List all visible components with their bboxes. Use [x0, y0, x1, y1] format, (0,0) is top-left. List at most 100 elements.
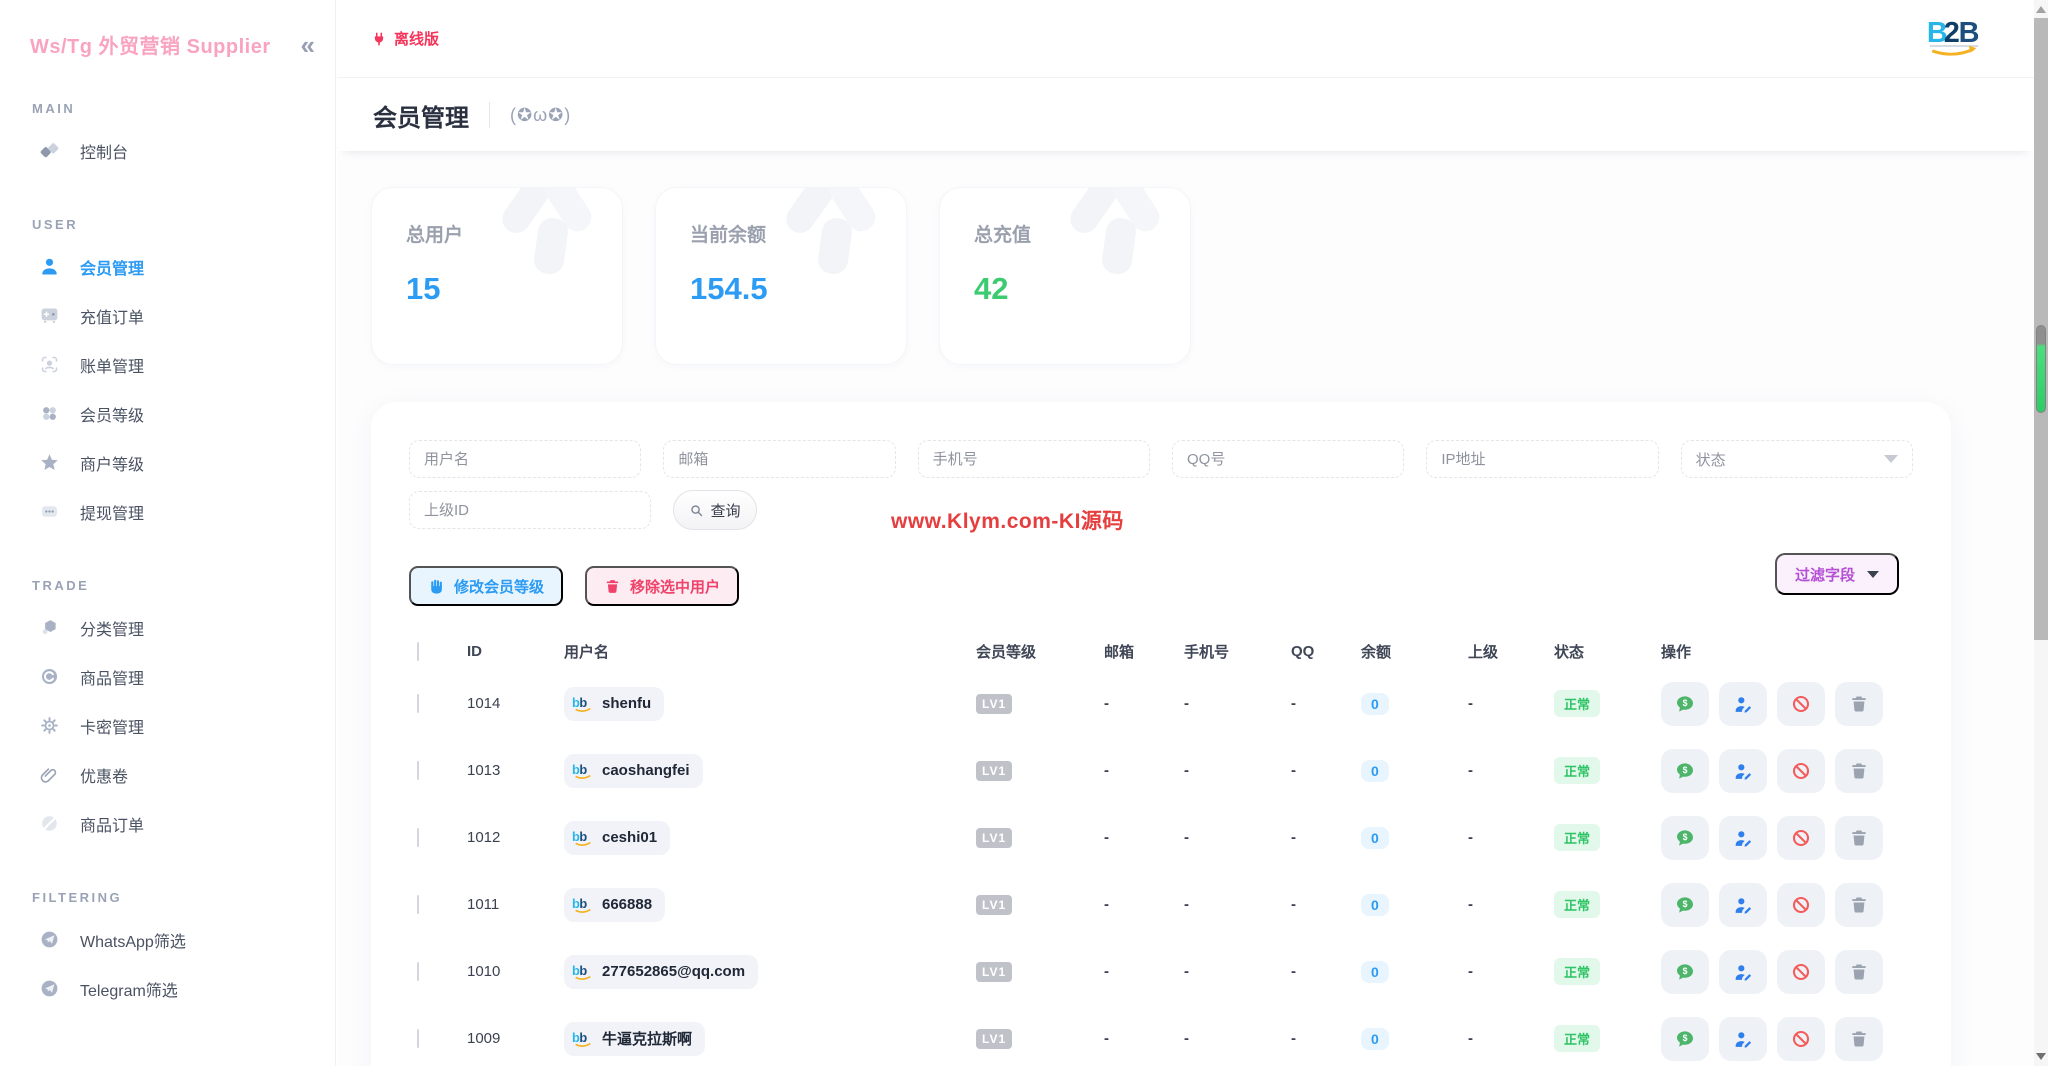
- sidebar-item-card-key-management[interactable]: 卡密管理: [0, 701, 335, 750]
- sidebar-item-merchant-level[interactable]: 商户等级: [0, 438, 335, 487]
- delete-user-button[interactable]: [1835, 681, 1883, 726]
- filter-fields-button[interactable]: 过滤字段: [1774, 553, 1899, 595]
- sidebar-item-label: 分类管理: [80, 621, 145, 639]
- svg-text:$: $: [1683, 965, 1688, 975]
- trash-icon: [1852, 696, 1866, 712]
- product-icon: [38, 666, 60, 688]
- ban-user-button[interactable]: [1777, 815, 1825, 860]
- cell-parent: -: [1468, 762, 1473, 779]
- delete-user-button[interactable]: [1835, 882, 1883, 927]
- delete-user-button[interactable]: [1835, 1016, 1883, 1061]
- comment-dollar-icon: $: [1677, 829, 1693, 846]
- trash-icon: [1852, 763, 1866, 779]
- sidebar-item-whatsapp-filter[interactable]: WhatsApp筛选: [0, 915, 335, 964]
- user-edit-icon: [1735, 1031, 1752, 1048]
- row-checkbox[interactable]: [417, 828, 419, 847]
- edit-user-button[interactable]: [1719, 1016, 1767, 1061]
- status-badge: 正常: [1554, 824, 1601, 851]
- delete-user-button[interactable]: [1835, 748, 1883, 793]
- sidebar-item-label: 商品管理: [80, 670, 145, 688]
- username-chip[interactable]: bb 666888: [564, 887, 666, 922]
- sidebar-item-member-level[interactable]: 会员等级: [0, 389, 335, 438]
- edit-user-button[interactable]: [1719, 815, 1767, 860]
- sidebar-item-product-orders[interactable]: 商品订单: [0, 799, 335, 848]
- row-checkbox[interactable]: [417, 761, 419, 780]
- status-badge: 正常: [1554, 690, 1601, 717]
- select-all-checkbox[interactable]: [417, 641, 419, 661]
- row-checkbox[interactable]: [417, 1029, 419, 1048]
- sidebar-item-coupons[interactable]: 优惠卷: [0, 750, 335, 799]
- edit-user-button[interactable]: [1719, 748, 1767, 793]
- balance-message-button[interactable]: $: [1661, 1016, 1709, 1061]
- ban-user-button[interactable]: [1777, 681, 1825, 726]
- ban-user-button[interactable]: [1777, 1016, 1825, 1061]
- balance-message-button[interactable]: $: [1661, 681, 1709, 726]
- vertical-scrollbar[interactable]: [2034, 0, 2048, 1066]
- username-chip[interactable]: bb ceshi01: [564, 820, 671, 855]
- edit-user-button[interactable]: [1719, 681, 1767, 726]
- username-text: shenfu: [602, 695, 652, 712]
- sidebar-item-product-management[interactable]: 商品管理: [0, 652, 335, 701]
- svg-text:b: b: [579, 895, 587, 910]
- balance-message-button[interactable]: $: [1661, 949, 1709, 994]
- offline-badge[interactable]: 离线版: [371, 28, 439, 49]
- ip-filter-input[interactable]: [1426, 440, 1659, 478]
- balance-message-button[interactable]: $: [1661, 815, 1709, 860]
- row-checkbox[interactable]: [417, 895, 419, 914]
- balance-message-button[interactable]: $: [1661, 882, 1709, 927]
- b2b-avatar-icon: bb: [572, 694, 591, 712]
- sidebar-item-withdraw-management[interactable]: 提现管理: [0, 487, 335, 536]
- username-chip[interactable]: bb 277652865@qq.com: [564, 954, 759, 989]
- cell-id: 1009: [467, 1030, 501, 1047]
- status-filter-select[interactable]: 状态: [1680, 440, 1913, 478]
- table-row: 1009 bb 牛逼克拉斯啊 LV1 - - - 0 - 正常 $: [409, 1005, 1913, 1066]
- sidebar-collapse-icon[interactable]: «: [301, 32, 315, 58]
- col-header-balance: 余额: [1361, 643, 1392, 661]
- phone-filter-input[interactable]: [917, 440, 1150, 478]
- delete-user-button[interactable]: [1835, 815, 1883, 860]
- sidebar-item-recharge-orders[interactable]: 充值订单: [0, 291, 335, 340]
- trash-icon: [1852, 964, 1866, 980]
- col-header-qq: QQ: [1291, 642, 1315, 660]
- cell-email: -: [1104, 1030, 1109, 1047]
- sidebar-item-dashboard[interactable]: 控制台: [0, 126, 335, 175]
- ban-user-button[interactable]: [1777, 882, 1825, 927]
- row-checkbox[interactable]: [417, 694, 419, 713]
- filter-row-1: 状态: [409, 440, 1913, 478]
- username-chip[interactable]: bb shenfu: [564, 686, 665, 721]
- qq-filter-input[interactable]: [1171, 440, 1405, 478]
- balance-badge: 0: [1361, 960, 1389, 983]
- svg-text:b: b: [579, 761, 587, 776]
- username-chip[interactable]: bb caoshangfei: [564, 753, 703, 788]
- search-button[interactable]: 查询: [673, 490, 757, 530]
- page-title: 会员管理: [373, 104, 469, 132]
- username-filter-input[interactable]: [409, 440, 642, 478]
- cell-phone: -: [1184, 829, 1189, 846]
- svg-text:$: $: [1683, 697, 1688, 707]
- cell-phone: -: [1184, 896, 1189, 913]
- row-actions: $: [1653, 815, 1903, 860]
- col-header-parent: 上级: [1468, 643, 1499, 661]
- edit-user-button[interactable]: [1719, 882, 1767, 927]
- row-actions: $: [1653, 949, 1903, 994]
- scroll-up-icon[interactable]: [2036, 6, 2046, 13]
- edit-user-button[interactable]: [1719, 949, 1767, 994]
- scroll-down-icon[interactable]: [2036, 1053, 2046, 1060]
- cell-parent: -: [1468, 896, 1473, 913]
- sidebar-item-bill-management[interactable]: 账单管理: [0, 340, 335, 389]
- ban-user-button[interactable]: [1777, 949, 1825, 994]
- sidebar-item-label: 会员管理: [80, 260, 145, 278]
- ban-user-button[interactable]: [1777, 748, 1825, 793]
- balance-message-button[interactable]: $: [1661, 748, 1709, 793]
- row-checkbox[interactable]: [417, 962, 419, 981]
- edit-member-level-label: 修改会员等级: [454, 578, 545, 596]
- sidebar-item-telegram-filter[interactable]: Telegram筛选: [0, 964, 335, 1013]
- remove-selected-users-button[interactable]: 移除选中用户: [585, 566, 740, 606]
- username-chip[interactable]: bb 牛逼克拉斯啊: [564, 1021, 706, 1056]
- edit-member-level-button[interactable]: 修改会员等级: [409, 566, 564, 606]
- sidebar-item-category-management[interactable]: 分类管理: [0, 603, 335, 652]
- parent-id-filter-input[interactable]: [409, 491, 651, 529]
- delete-user-button[interactable]: [1835, 949, 1883, 994]
- email-filter-input[interactable]: [663, 440, 896, 478]
- sidebar-item-member-management[interactable]: 会员管理: [0, 242, 335, 291]
